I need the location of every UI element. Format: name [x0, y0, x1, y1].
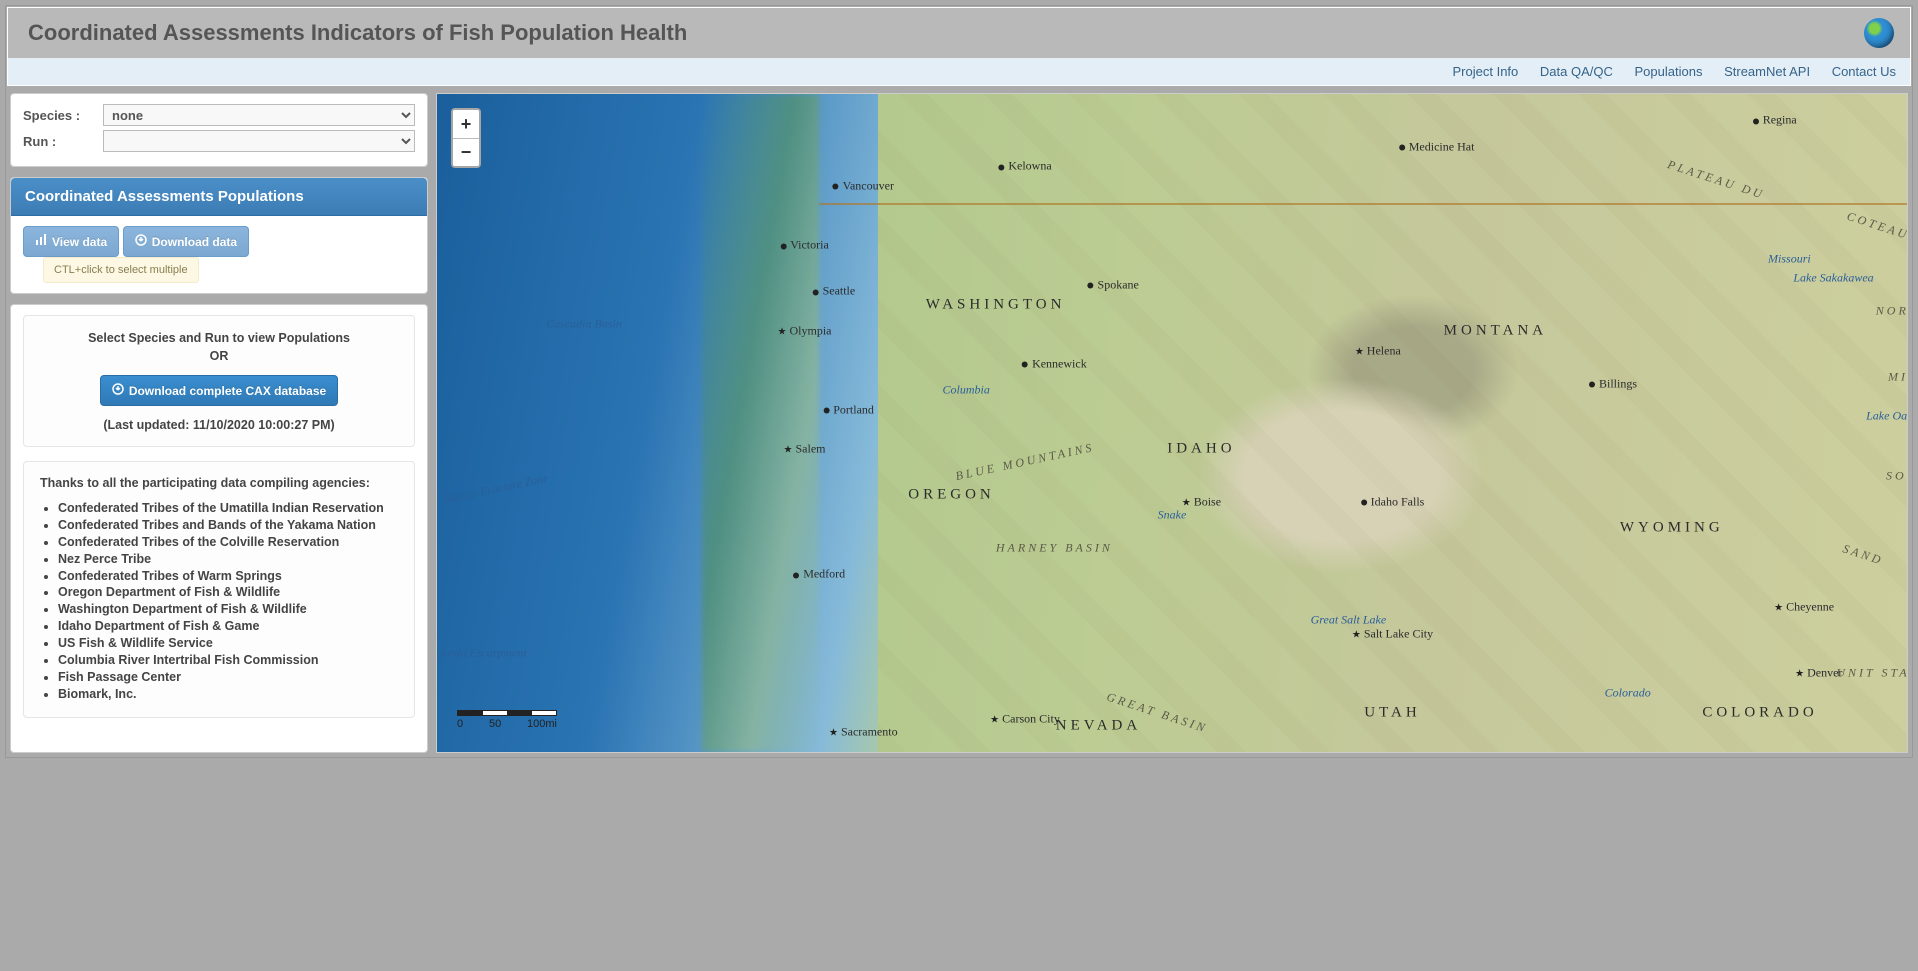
streamnet-logo-icon — [1864, 18, 1894, 48]
agency-item: Oregon Department of Fish & Wildlife — [58, 584, 398, 601]
multiselect-hint: CTL+click to select multiple — [43, 257, 199, 283]
agency-item: Fish Passage Center — [58, 669, 398, 686]
download-database-button[interactable]: Download complete CAX database — [100, 375, 338, 406]
zoom-control: + − — [451, 108, 481, 168]
agency-item: Idaho Department of Fish & Game — [58, 618, 398, 635]
filter-panel: Species : none Run : — [10, 93, 428, 167]
agency-item: Confederated Tribes and Bands of the Yak… — [58, 517, 398, 534]
map[interactable]: + − 0 50 100mi VancouverVictoriaSeattleO… — [436, 93, 1908, 753]
zoom-out-button[interactable]: − — [453, 138, 479, 166]
species-label: Species : — [23, 108, 103, 123]
run-select[interactable] — [103, 130, 415, 152]
run-label: Run : — [23, 134, 103, 149]
last-updated: (Last updated: 11/10/2020 10:00:27 PM) — [40, 418, 398, 432]
agency-item: Columbia River Intertribal Fish Commissi… — [58, 652, 398, 669]
agency-item: Washington Department of Fish & Wildlife — [58, 601, 398, 618]
agency-item: Nez Perce Tribe — [58, 551, 398, 568]
download-data-button[interactable]: Download data — [123, 226, 249, 257]
agency-item: US Fish & Wildlife Service — [58, 635, 398, 652]
zoom-in-button[interactable]: + — [453, 110, 479, 138]
download-icon — [112, 383, 124, 398]
populations-panel: Coordinated Assessments Populations View… — [10, 177, 428, 294]
agency-item: Biomark, Inc. — [58, 686, 398, 703]
nav-data-qaqc[interactable]: Data QA/QC — [1540, 64, 1613, 79]
download-icon — [135, 234, 147, 249]
info-panel: Select Species and Run to view Populatio… — [10, 304, 428, 753]
instruction-line1: Select Species and Run to view Populatio… — [88, 331, 350, 345]
agency-item: Confederated Tribes of the Colville Rese… — [58, 534, 398, 551]
nav-streamnet-api[interactable]: StreamNet API — [1724, 64, 1810, 79]
agency-item: Confederated Tribes of Warm Springs — [58, 568, 398, 585]
nav-populations[interactable]: Populations — [1635, 64, 1703, 79]
thanks-heading: Thanks to all the participating data com… — [40, 476, 398, 490]
instruction-line2: OR — [210, 349, 229, 363]
thanks-panel: Thanks to all the participating data com… — [23, 461, 415, 718]
bar-chart-icon — [35, 234, 47, 249]
populations-panel-title: Coordinated Assessments Populations — [11, 178, 427, 216]
species-select[interactable]: none — [103, 104, 415, 126]
us-canada-border — [819, 203, 1907, 205]
top-nav: Project Info Data QA/QC Populations Stre… — [8, 58, 1910, 85]
view-data-button[interactable]: View data — [23, 226, 119, 257]
agency-item: Confederated Tribes of the Umatilla Indi… — [58, 500, 398, 517]
nav-project-info[interactable]: Project Info — [1453, 64, 1519, 79]
page-title: Coordinated Assessments Indicators of Fi… — [28, 20, 1890, 46]
nav-contact-us[interactable]: Contact Us — [1832, 64, 1896, 79]
app-header: Coordinated Assessments Indicators of Fi… — [8, 8, 1910, 58]
scale-bar: 0 50 100mi — [457, 710, 557, 730]
